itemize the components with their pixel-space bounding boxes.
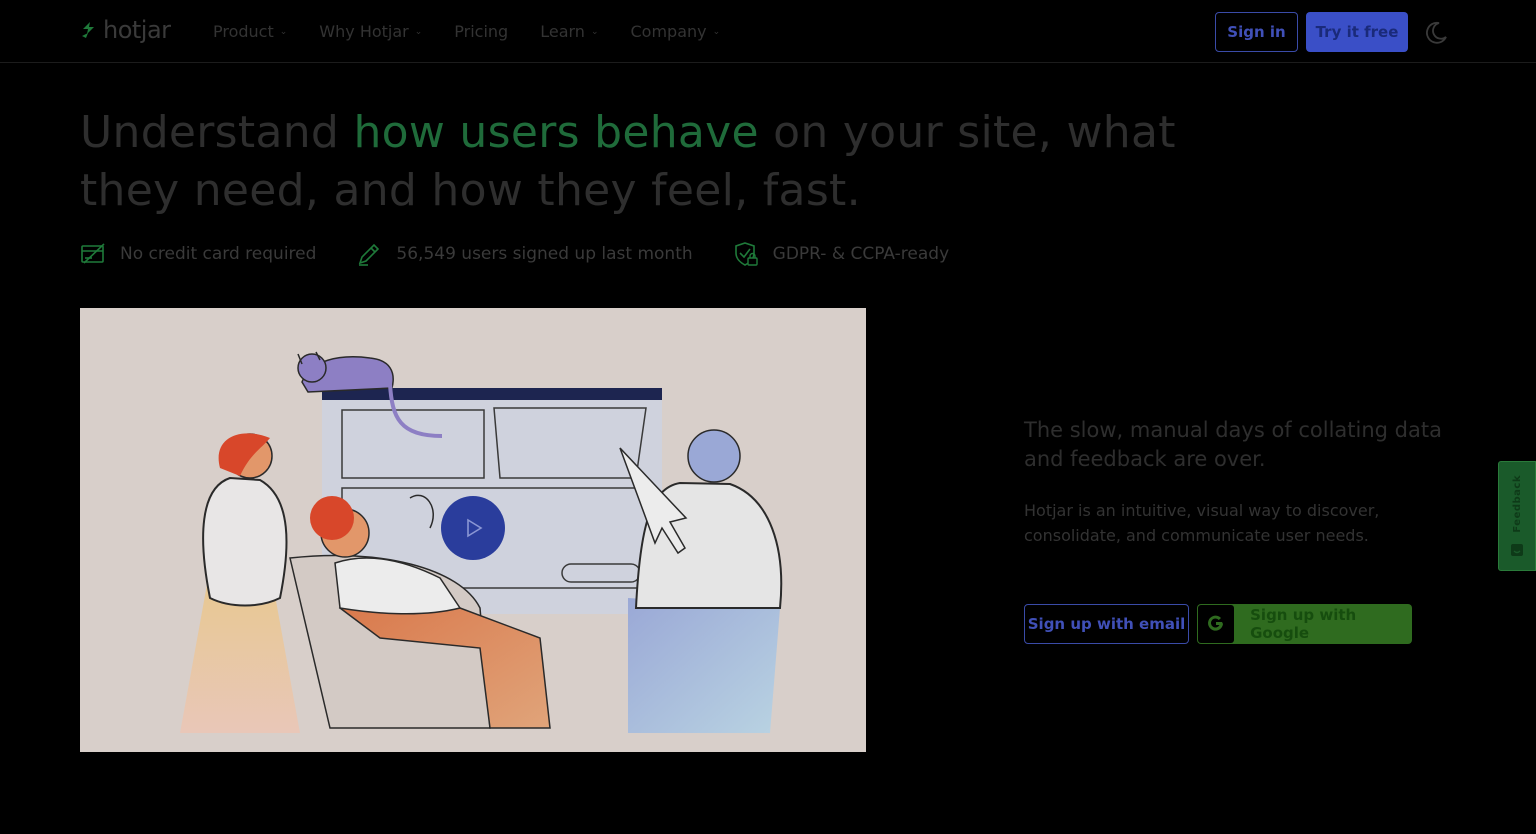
sign-up-email-button[interactable]: Sign up with email — [1024, 604, 1189, 644]
google-icon — [1208, 615, 1224, 631]
hero-description: Hotjar is an intuitive, visual way to di… — [1024, 501, 1380, 545]
google-button-label: Sign up with Google — [1250, 606, 1357, 642]
logo-text: hotjar — [103, 16, 171, 44]
sign-up-google-button[interactable]: Sign up with Google — [1197, 604, 1412, 644]
hero-video[interactable] — [80, 308, 866, 752]
chevron-down-icon: ⌄ — [279, 27, 288, 37]
headline-highlight: how users behave — [353, 107, 759, 158]
feature-text: No credit card required — [120, 244, 317, 264]
hotjar-logo-icon — [82, 22, 94, 38]
nav-company[interactable]: Company ⌄ — [630, 20, 720, 44]
shield-lock-icon — [734, 242, 758, 266]
nav-learn-label: Learn — [540, 22, 585, 41]
site-header: hotjar Product ⌄ Why Hotjar ⌄ Pricing Le… — [0, 0, 1536, 63]
chevron-down-icon: ⌄ — [590, 27, 599, 37]
feature-item: GDPR- & CCPA-ready — [733, 241, 949, 267]
headline-pre: Understand — [80, 107, 354, 158]
moon-icon[interactable] — [1422, 19, 1450, 47]
hotjar-logo[interactable]: hotjar — [80, 16, 171, 44]
main-nav: Product ⌄ Why Hotjar ⌄ Pricing Learn ⌄ C… — [213, 20, 752, 44]
feature-list: No credit card required 56,549 users sig… — [80, 241, 989, 267]
google-icon-box — [1198, 605, 1235, 643]
feedback-smile-icon — [1511, 543, 1523, 556]
feature-text: GDPR- & CCPA-ready — [772, 244, 950, 264]
hero-subheading: The slow, manual days of collating data … — [1024, 418, 1442, 471]
nav-product-label: Product — [213, 22, 274, 41]
nav-why-hotjar-label: Why Hotjar — [319, 22, 409, 41]
nav-pricing[interactable]: Pricing — [454, 20, 508, 44]
play-icon — [467, 518, 483, 538]
try-it-free-button[interactable]: Try it free — [1306, 12, 1408, 52]
nav-learn[interactable]: Learn ⌄ — [540, 20, 598, 44]
chevron-down-icon: ⌄ — [712, 27, 721, 37]
nav-product[interactable]: Product ⌄ — [213, 20, 287, 44]
feature-item: 56,549 users signed up last month — [356, 241, 693, 267]
feature-text: 56,549 users signed up last month — [396, 244, 693, 264]
feedback-label: Feedback — [1511, 475, 1523, 533]
hero-headline: Understand how users behave on your site… — [80, 104, 1200, 220]
nav-why-hotjar[interactable]: Why Hotjar ⌄ — [319, 20, 422, 44]
play-button[interactable] — [441, 496, 505, 560]
nav-company-label: Company — [630, 22, 707, 41]
feedback-tab[interactable]: Feedback — [1498, 461, 1536, 571]
chevron-down-icon: ⌄ — [414, 27, 423, 37]
nav-pricing-label: Pricing — [454, 22, 509, 41]
feature-item: No credit card required — [80, 241, 316, 267]
pencil-icon — [359, 243, 380, 266]
credit-card-icon — [81, 243, 105, 264]
sign-in-button[interactable]: Sign in — [1215, 12, 1298, 52]
